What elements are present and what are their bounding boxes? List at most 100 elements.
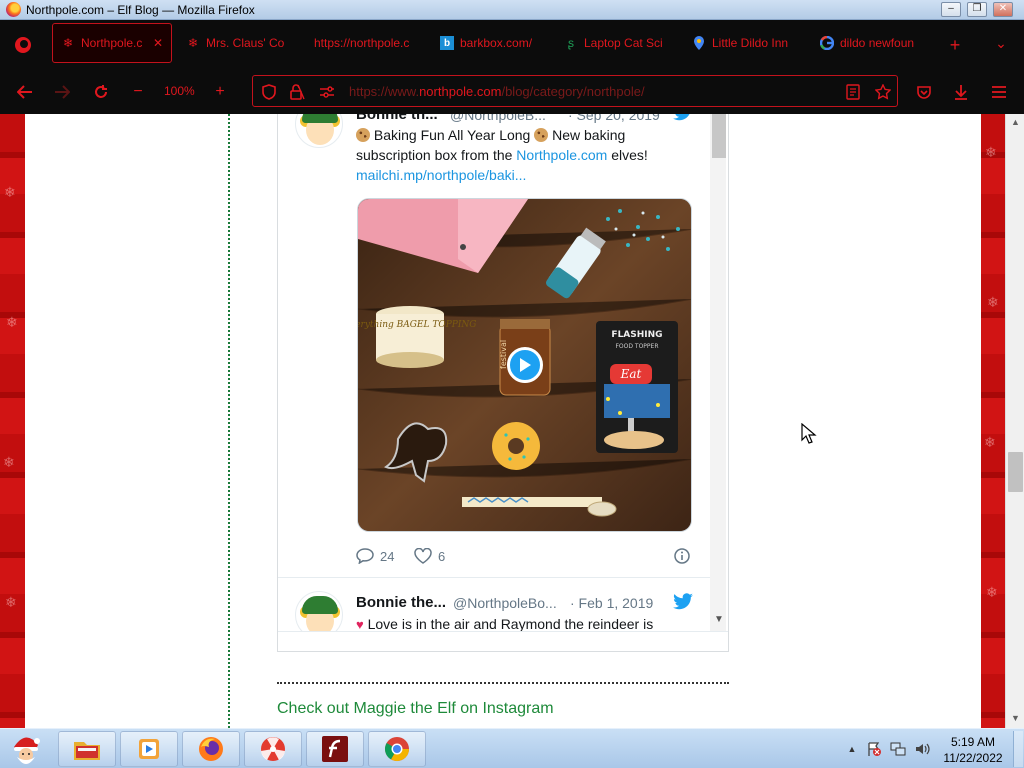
close-window-button[interactable]: ✕ [993,2,1013,17]
reload-icon [95,85,107,98]
tweet-date[interactable]: · Sep 20, 2019 [568,114,660,123]
christmas-border-left: ❄ ❄ ❄ ❄ [0,114,25,728]
taskbar-radiation-app[interactable] [244,731,302,767]
reply-icon [356,548,374,564]
cookie-emoji-icon [356,128,370,142]
reply-count: 24 [380,548,395,564]
firefox-menu-icon[interactable] [10,32,36,58]
reader-view-icon[interactable] [843,82,863,102]
like-action[interactable]: 6 [414,548,445,564]
twitter-timeline-scrollbar[interactable]: ▼ [710,114,726,631]
snowflake-icon: ❄ [187,36,199,50]
box-sublabel: FOOD TOPPER [615,343,658,350]
zoom-out-button[interactable]: − [124,79,152,105]
section-divider [277,682,729,684]
page-content: Bonnie th... @NorthpoleB... · Sep 20, 20… [25,114,981,728]
back-button[interactable] [11,79,39,105]
tab-mrs-claus[interactable]: ❄ Mrs. Claus' Co [178,23,296,63]
insecure-lock-icon[interactable] [287,82,307,102]
instagram-link[interactable]: Check out Maggie the Elf on Instagram [277,700,554,718]
northpole-link[interactable]: Northpole.com [516,147,607,163]
tracking-shield-icon[interactable] [259,82,279,102]
taskbar-chrome[interactable] [368,731,426,767]
tweet-divider [278,577,710,578]
scrollbar-thumb[interactable] [712,114,726,158]
tab-dildo-newfoundland[interactable]: dildo newfoun [812,23,930,63]
scroll-down-arrow-icon[interactable]: ▼ [1006,710,1024,727]
folder-icon [74,742,100,760]
taskbar-firefox[interactable] [182,731,240,767]
taskbar-flash-player[interactable] [306,731,364,767]
media-player-icon [139,739,159,759]
app-menu-button[interactable] [985,79,1013,105]
firefox-icon [6,2,21,17]
tab-little-dildo-inn[interactable]: Little Dildo Inn [684,23,802,63]
science-icon: ʂ [568,36,574,50]
tweet-text: Baking Fun All Year Long New baking subs… [356,127,648,183]
radiation-icon [261,737,285,761]
twitter-bird-icon[interactable] [672,114,694,122]
bookmark-star-icon[interactable] [873,82,893,102]
reload-button[interactable] [87,79,115,105]
new-tab-button[interactable]: + [942,32,968,58]
cookie-emoji-icon [534,128,549,142]
list-all-tabs-button[interactable]: ⌄ [988,30,1014,56]
show-hidden-icons-button[interactable]: ▲ [844,741,860,757]
tab-barkbox[interactable]: b barkbox.com/ [432,23,546,63]
page-scrollbar[interactable]: ▲ ▼ [1005,114,1024,728]
tweet[interactable]: Bonnie the... @NorthpoleBo... · Feb 1, 2… [278,580,708,632]
twitter-timeline-embed: Bonnie th... @NorthpoleB... · Sep 20, 20… [277,114,729,652]
twitter-timeline-scroll[interactable]: Bonnie th... @NorthpoleB... · Sep 20, 20… [278,114,728,632]
tweet-author-handle[interactable]: @NorthpoleB... [450,114,546,123]
close-tab-icon[interactable]: ✕ [153,36,163,50]
tweet-info-button[interactable] [674,548,690,564]
back-arrow-icon [17,85,32,99]
jar-label: Everything BAGEL TOPPING [358,320,476,330]
page-scrollbar-thumb[interactable] [1008,452,1023,492]
permissions-icon[interactable] [317,82,337,102]
maximize-button[interactable]: ❐ [967,2,987,17]
clock-time: 5:19 AM [950,735,996,749]
santa-start-icon [14,737,40,764]
reply-action[interactable]: 24 [356,548,394,564]
minimize-button[interactable]: – [941,2,961,17]
twitter-bird-icon[interactable] [672,593,694,611]
hamburger-menu-icon [992,86,1006,98]
tweet-date[interactable]: · Feb 1, 2019 [570,595,653,611]
mouse-cursor-icon [801,423,817,444]
tweet[interactable]: Bonnie th... @NorthpoleB... · Sep 20, 20… [278,114,708,580]
url-bar[interactable]: https://www.northpole.com/blog/category/… [252,75,898,107]
scroll-up-arrow-icon[interactable]: ▲ [1006,114,1024,131]
zoom-in-button[interactable]: + [206,79,234,105]
taskbar-media-player[interactable] [120,731,178,767]
tweet-video-thumbnail[interactable]: Everything BAGEL TOPPING festival FLASHI… [357,198,692,532]
zoom-level[interactable]: 100% [164,84,195,98]
window-titlebar: Northpole.com – Elf Blog — Mozilla Firef… [0,0,1024,20]
tweet-author-name[interactable]: Bonnie th... [356,114,438,123]
volume-icon[interactable] [914,741,930,757]
network-icon[interactable] [890,741,906,757]
tab-laptop-cat[interactable]: ʂ Laptop Cat Sci [556,23,672,63]
tweet-author-name[interactable]: Bonnie the... [356,594,446,611]
downloads-button[interactable] [947,79,975,105]
clock-date: 11/22/2022 [943,751,1003,765]
avatar[interactable] [295,114,343,148]
play-video-button[interactable] [507,347,543,383]
forward-button[interactable] [48,79,76,105]
tab-northpole-url[interactable]: https://northpole.c [306,23,422,63]
tweet-author-handle[interactable]: @NorthpoleBo... [453,595,557,611]
taskbar-file-explorer[interactable] [58,731,116,767]
show-desktop-button[interactable] [1013,731,1023,767]
system-clock[interactable]: 5:19 AM 11/22/2022 [935,734,1011,766]
tab-northpole[interactable]: ❄ Northpole.c ✕ [52,23,172,63]
url-text[interactable]: https://www.northpole.com/blog/category/… [349,84,645,99]
flash-icon [322,736,348,762]
avatar[interactable] [295,591,343,631]
scroll-down-arrow-icon[interactable]: ▼ [712,614,726,628]
pocket-button[interactable] [910,79,938,105]
box-label: FLASHING [611,330,662,340]
mailchimp-link[interactable]: mailchi.mp/northpole/baki... [356,167,526,183]
start-button[interactable] [0,731,52,767]
heart-emoji-icon: ♥ [356,617,364,632]
action-center-flag-icon[interactable] [866,741,882,757]
